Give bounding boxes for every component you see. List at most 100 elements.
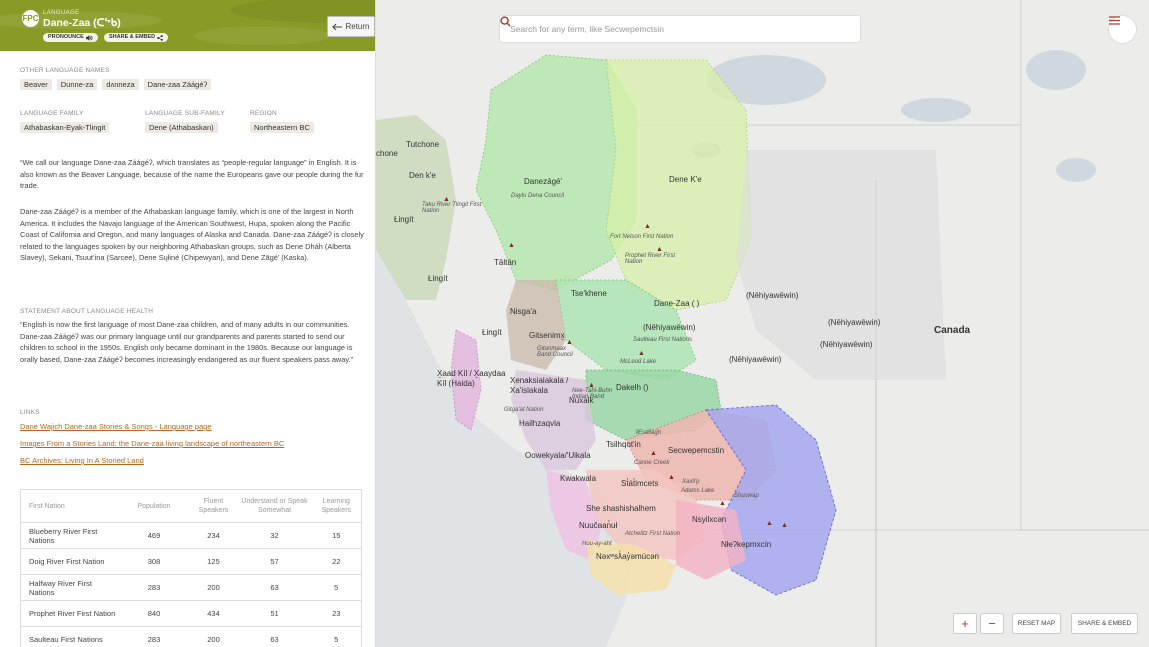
map-label[interactable]: Dakelh () — [616, 383, 648, 392]
community-pin-icon[interactable]: ▲ — [443, 196, 450, 203]
table-row: Doig River First Nation 308 125 57 22 — [20, 548, 362, 575]
search-bar[interactable] — [499, 15, 861, 43]
map-label[interactable]: (Nēhiyawēwin) — [729, 355, 781, 364]
map-label[interactable]: Taku River Tlingit First Nation — [422, 202, 482, 214]
link-dane-wajich[interactable]: Dane Wajich Dane-zaa Stories & Songs - L… — [20, 422, 212, 431]
map-label[interactable]: Łingít — [428, 274, 448, 283]
table-row: Halfway River First Nations 283 200 63 5 — [20, 574, 362, 601]
map-label[interactable]: (Nēhiyawēwin) — [643, 323, 695, 332]
link-bc-archives[interactable]: BC Archives: Living In A Storied Land — [20, 456, 144, 465]
map-label[interactable]: St̓át̓imcets — [621, 479, 658, 488]
map-label[interactable]: Shuswap — [734, 493, 759, 499]
other-name-tag: Dunne-za — [56, 79, 98, 90]
map-label[interactable]: X̱aad Kíl / X̱aaydaa Kíl (Haida) — [437, 369, 512, 389]
community-pin-icon[interactable]: ▲ — [656, 246, 663, 253]
community-pin-icon[interactable]: ▲ — [588, 382, 595, 389]
map-label[interactable]: Dene K'e — [669, 175, 702, 184]
search-icon[interactable] — [500, 15, 860, 43]
zoom-out-button[interactable]: − — [980, 613, 1004, 634]
map-label[interactable]: chone — [376, 149, 398, 158]
share-label: SHARE & EMBED — [109, 34, 156, 40]
map-label[interactable]: Saulteau First Nations — [633, 337, 692, 343]
country-label[interactable]: Canada — [934, 325, 970, 336]
map-label[interactable]: McLeod Lake — [620, 359, 656, 365]
map-label[interactable]: Huu-ay-aht — [582, 541, 612, 547]
map-label[interactable]: Daylu Dena Council — [511, 193, 564, 199]
map-label[interactable]: Nsyilxcən — [692, 515, 726, 524]
map-label[interactable]: Tāltān — [494, 258, 516, 267]
map-label[interactable]: Łingít — [394, 215, 414, 224]
cell-learning: 5 — [311, 574, 362, 601]
map-label[interactable]: (Nēhiyawēwin) — [828, 318, 880, 327]
territory-dene-ke — [605, 59, 752, 311]
map-label[interactable]: Den k'e — [409, 171, 436, 180]
share-embed-map-button[interactable]: SHARE & EMBED — [1071, 613, 1138, 634]
map-label[interactable]: Prophet River First Nation — [625, 253, 675, 265]
cell-learning: 5 — [311, 626, 362, 647]
pronounce-button[interactable]: PRONOUNCE — [43, 33, 98, 42]
map-label[interactable]: Fort Nelson First Nation — [610, 234, 673, 240]
map-label[interactable]: Xaxli'p — [682, 479, 700, 485]
share-icon — [157, 34, 164, 41]
map-label[interactable]: Secwepemcstin — [668, 446, 724, 455]
table-row: Saulteau First Nations 283 200 63 5 — [20, 626, 362, 647]
map-label[interactable]: Nisga'a — [510, 307, 536, 316]
col-first-nation: First Nation — [29, 502, 65, 510]
map-label[interactable]: Canoe Creek — [634, 460, 669, 466]
map-label[interactable]: Tsilhqot'in — [606, 440, 641, 449]
community-pin-icon[interactable]: ▲ — [781, 522, 788, 529]
community-pin-icon[interactable]: ▲ — [644, 223, 651, 230]
community-pin-icon[interactable]: ▲ — [766, 520, 773, 527]
lake — [901, 98, 971, 122]
map-label[interactable]: She shashishalhem — [586, 504, 656, 513]
link-images-storied-land[interactable]: Images From a Stories Land: the Dane-zaa… — [20, 439, 284, 448]
return-button[interactable]: Return — [327, 16, 375, 37]
language-map[interactable]: chone Tutchone Den k'e Danezāgé' Daylu D… — [376, 0, 1149, 647]
table-row: Prophet River First Nation 840 434 51 23 — [20, 600, 362, 627]
menu-button[interactable] — [1108, 15, 1137, 44]
family-label: LANGUAGE FAMILY — [20, 110, 84, 117]
map-canvas[interactable] — [376, 0, 1149, 647]
map-label[interactable]: Oowekyala/'Uikala — [525, 451, 591, 460]
zoom-in-button[interactable]: + — [953, 613, 977, 634]
map-label[interactable]: Nuxalk — [569, 396, 593, 405]
cell-fluent: 234 — [189, 522, 238, 549]
map-label[interactable]: Danezāgé' — [524, 177, 562, 186]
map-label[interactable]: Tse'khene — [571, 289, 607, 298]
map-label[interactable]: Nuučaan̓uł — [579, 521, 617, 530]
map-label[interactable]: Atchelitz First Nation — [625, 531, 680, 537]
col-learning: Learning Speakers — [321, 498, 352, 514]
community-pin-icon[interactable]: ▲ — [668, 474, 675, 481]
map-label[interactable]: Xenaksialakala / Xa'islakala — [510, 376, 580, 396]
community-pin-icon[interactable]: ▲ — [650, 450, 657, 457]
cell-fluent: 434 — [189, 600, 238, 627]
map-label[interactable]: Nłeʔkepmxcín — [721, 540, 771, 549]
search-input[interactable] — [510, 24, 832, 34]
table-header-row: First Nation Population Fluent Speakers … — [21, 490, 362, 523]
map-label[interactable]: Adams Lake — [681, 488, 714, 494]
map-label[interactable]: Gitga'at Nation — [504, 407, 544, 413]
language-title: Dane-Zaa (ᑕᖦᑲ) — [43, 17, 121, 29]
map-label[interactable]: Tutchone — [406, 140, 439, 149]
health-label: STATEMENT ABOUT LANGUAGE HEALTH — [20, 308, 154, 315]
community-pin-icon[interactable]: ▲ — [508, 242, 515, 249]
map-label[interactable]: Kwakwala — [560, 474, 596, 483]
community-pin-icon[interactable]: ▲ — [638, 350, 645, 357]
map-label[interactable]: Nəxʷsƛ̓ay̓əmúcən — [596, 552, 659, 561]
reset-map-button[interactable]: RESET MAP — [1012, 613, 1061, 634]
map-label[interactable]: Łingít — [482, 328, 502, 337]
community-pin-icon[interactable]: ▲ — [566, 339, 573, 346]
col-fluent: Fluent Speakers — [198, 498, 229, 514]
family-value: Athabaskan-Eyak-Tlingit — [20, 122, 110, 133]
share-embed-button[interactable]: SHARE & EMBED — [104, 33, 169, 42]
map-label[interactable]: (Nēhiyawēwin) — [746, 291, 798, 300]
other-name-tag: Dane-zaa Záágéʔ — [143, 79, 212, 90]
community-pin-icon[interactable]: ▲ — [719, 500, 726, 507]
map-label[interactable]: Gitsenimx̱ — [529, 331, 565, 340]
map-label[interactable]: Dane-Zaa ( ) — [654, 299, 699, 308]
map-label[interactable]: ʔEsdilagh — [635, 430, 661, 436]
cell-understand: 63 — [237, 626, 312, 647]
map-label[interactable]: Gitanmaax Band Council — [537, 346, 577, 358]
map-label[interactable]: Hailhzaqvla — [519, 419, 560, 428]
map-label[interactable]: (Nēhiyawēwin) — [820, 340, 872, 349]
